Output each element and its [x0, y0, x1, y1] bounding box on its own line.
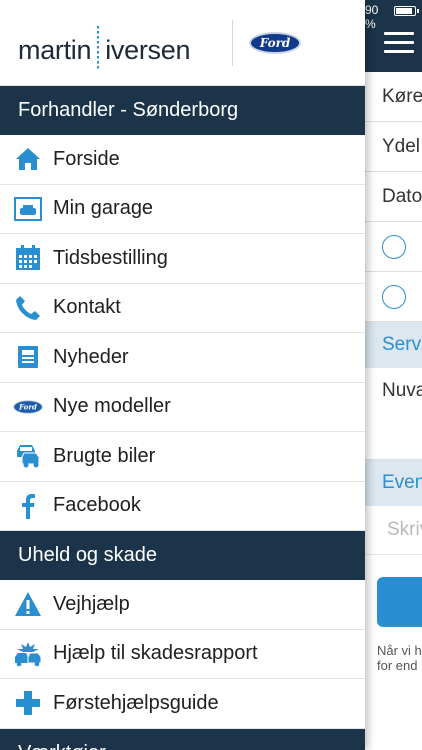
comment-input[interactable]: Skriv	[365, 506, 422, 555]
page-section-event: Even	[365, 460, 422, 506]
section-header-dealer: Forhandler - Sønderborg	[0, 86, 365, 135]
menu-item-vejhjaelp[interactable]: Vejhjælp	[0, 580, 365, 630]
submit-button[interactable]	[377, 577, 422, 627]
radio-button[interactable]	[382, 285, 406, 309]
brand-bar: martin iversen Ford	[0, 0, 365, 86]
menu-item-brugte-biler[interactable]: Brugte biler	[0, 432, 365, 482]
menu-item-min-garage[interactable]: Min garage	[0, 185, 365, 234]
menu-item-facebook[interactable]: Facebook	[0, 482, 365, 531]
page-top-bar: 90 %	[365, 0, 422, 72]
facebook-icon	[13, 491, 43, 521]
section-header-tools: Værktøjer	[0, 728, 365, 750]
menu-item-nye-modeller[interactable]: Ford Nye modeller	[0, 383, 365, 432]
page-row-date[interactable]: Dato	[365, 172, 422, 222]
garage-icon	[13, 194, 43, 224]
battery-percentage: 90 %	[365, 3, 379, 31]
ford-logo-icon: Ford	[13, 392, 43, 422]
section-header-accident: Uheld og skade	[0, 531, 365, 580]
hamburger-menu-button[interactable]	[384, 32, 414, 54]
radio-button[interactable]	[382, 235, 406, 259]
menu-item-skadesrapport[interactable]: Hjælp til skadesrapport	[0, 630, 365, 679]
menu-item-forside[interactable]: Forside	[0, 135, 365, 185]
ford-logo-icon: Ford	[249, 32, 301, 54]
warning-icon	[13, 589, 43, 619]
martin-iversen-logo[interactable]: martin iversen	[18, 26, 190, 72]
page-row-current: Nuva	[365, 368, 422, 460]
radio-option-1[interactable]	[365, 222, 422, 272]
page-section-service: Serv	[365, 322, 422, 368]
page-note: Når vi h for end	[377, 643, 422, 673]
phone-icon	[13, 293, 43, 323]
crash-icon	[13, 639, 43, 669]
svg-text:Ford: Ford	[18, 402, 37, 411]
menu-item-tidsbestilling[interactable]: Tidsbestilling	[0, 234, 365, 284]
calendar-icon	[13, 243, 43, 273]
menu-item-foerstehjaelp[interactable]: Førstehjælpsguide	[0, 679, 365, 729]
menu-item-nyheder[interactable]: Nyheder	[0, 333, 365, 383]
background-page: 90 % Køre Ydel Dato Serv Nuva Even Skriv…	[365, 0, 422, 750]
navigation-drawer: martin iversen Ford Forhandler - Sønderb…	[0, 0, 365, 750]
page-row-service[interactable]: Ydel	[365, 122, 422, 172]
logo-divider	[232, 20, 233, 66]
radio-option-2[interactable]	[365, 272, 422, 322]
house-icon	[13, 144, 43, 174]
page-row-mileage[interactable]: Køre	[365, 72, 422, 122]
battery-icon	[394, 6, 416, 16]
first-aid-icon	[13, 688, 43, 718]
newspaper-icon	[13, 342, 43, 372]
menu-item-kontakt[interactable]: Kontakt	[0, 284, 365, 333]
used-cars-icon	[13, 441, 43, 471]
